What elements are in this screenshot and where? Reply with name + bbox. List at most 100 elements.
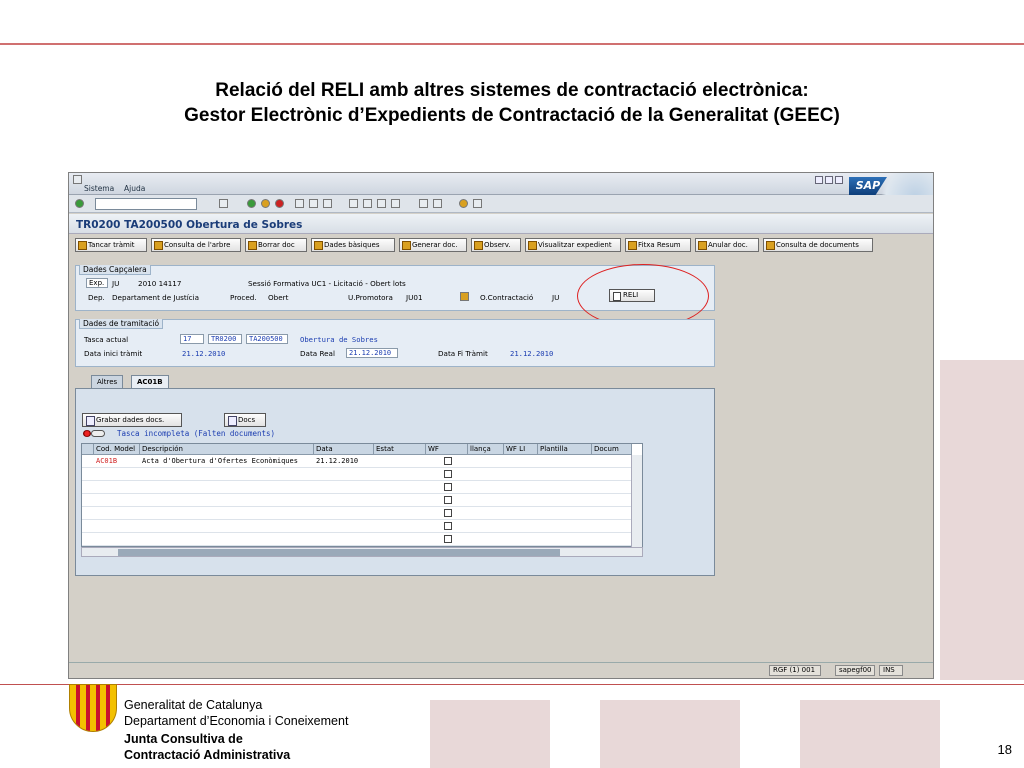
system-toolbar (69, 195, 933, 213)
real-label: Data Real (300, 349, 335, 358)
shortcut-icon[interactable] (433, 199, 442, 208)
maximize-button[interactable] (825, 176, 833, 184)
tasca-code-1: TR0200 (208, 334, 242, 344)
grabar-dades-button[interactable]: Grabar dades docs. (82, 413, 182, 427)
table-row[interactable] (82, 494, 642, 507)
visualitzar-expedient-button[interactable]: Visualitzar expedient (525, 238, 621, 252)
column-header-docum[interactable]: Docum (592, 444, 632, 455)
menu-icon[interactable] (73, 175, 82, 184)
menu-bar: Sistema Ajuda SAP (69, 173, 933, 213)
dep-value: Departament de Justícia (112, 293, 200, 302)
wf-checkbox[interactable] (444, 509, 452, 517)
tancar-tramit-button[interactable]: Tancar tràmit (75, 238, 147, 252)
back-icon[interactable] (247, 199, 256, 208)
close-button[interactable] (835, 176, 843, 184)
screen-title-bar: TR0200 TA200500 Obertura de Sobres (69, 214, 933, 234)
contract-icon[interactable] (460, 292, 469, 301)
anular-doc-button[interactable]: Anular doc. (695, 238, 759, 252)
vertical-scrollbar[interactable] (631, 455, 642, 547)
title-line-1: Relació del RELI amb altres sistemes de … (215, 80, 809, 101)
column-header-estat[interactable]: Estat (374, 444, 426, 455)
table-row[interactable] (82, 468, 642, 481)
fi-value: 21.12.2010 (510, 349, 554, 358)
wf-checkbox[interactable] (444, 470, 452, 478)
dades-basiques-button[interactable]: Dades bàsiques (311, 238, 395, 252)
group-title: Dades Capçalera (79, 265, 151, 275)
watermark-bar (600, 700, 740, 768)
column-header-data[interactable]: Data (314, 444, 374, 455)
tab-altres[interactable]: Altres (91, 375, 124, 389)
consulta-documents-button[interactable]: Consulta de documents (763, 238, 873, 252)
watermark-bar (800, 700, 940, 768)
exp-value-1: JU (112, 279, 120, 288)
footer-unit-1: Junta Consultiva de (124, 732, 243, 746)
wf-checkbox[interactable] (444, 535, 452, 543)
horizontal-scrollbar[interactable] (81, 547, 643, 557)
inici-value: 21.12.2010 (182, 349, 226, 358)
minimize-button[interactable] (815, 176, 823, 184)
table-row[interactable] (82, 507, 642, 520)
row-selector-header (82, 444, 94, 455)
menu-item-ajuda[interactable]: Ajuda (124, 184, 145, 193)
new-session-icon[interactable] (419, 199, 428, 208)
proced-value: Obert (268, 293, 289, 302)
first-page-icon[interactable] (349, 199, 358, 208)
footer-unit-2: Contractació Administrativa (124, 748, 291, 762)
wf-checkbox[interactable] (444, 496, 452, 504)
find-next-icon[interactable] (323, 199, 332, 208)
watermark-bar (430, 700, 550, 768)
consulta-arbre-button[interactable]: Consulta de l'arbre (151, 238, 241, 252)
column-header-llanca[interactable]: llança (468, 444, 504, 455)
cell-descripcion: Acta d'Obertura d'Ofertes Econòmiques (142, 457, 298, 465)
docs-button[interactable]: Docs (224, 413, 266, 427)
page-number: 18 (997, 742, 1012, 757)
table-row[interactable] (82, 520, 642, 533)
tab-ac01b[interactable]: AC01B (131, 375, 169, 389)
wf-checkbox[interactable] (444, 483, 452, 491)
find-icon[interactable] (309, 199, 318, 208)
enter-icon[interactable] (75, 199, 84, 208)
borrar-doc-button[interactable]: Borrar doc (245, 238, 307, 252)
column-header-wf[interactable]: WF (426, 444, 468, 455)
title-line-2: Gestor Electrònic d’Expedients de Contra… (184, 105, 840, 126)
dades-tramitacio-group: Dades de tramitació Tasca actual 17 TR02… (75, 319, 715, 367)
cancel-icon[interactable] (275, 199, 284, 208)
real-value[interactable]: 21.12.2010 (346, 348, 398, 358)
wf-checkbox[interactable] (444, 522, 452, 530)
next-page-icon[interactable] (377, 199, 386, 208)
cell-cod-model: AC01B (96, 457, 118, 465)
generar-doc-button[interactable]: Generar doc. (399, 238, 467, 252)
table-row[interactable] (82, 481, 642, 494)
exit-icon[interactable] (261, 199, 270, 208)
slide-title: Relació del RELI amb altres sistemes de … (0, 78, 1024, 128)
column-header-cod-model[interactable]: Cod. Model (94, 444, 140, 455)
column-header-descripcion[interactable]: Descripción (140, 444, 314, 455)
status-bar: RGF (1) 001 sapegf00 INS (69, 662, 933, 678)
tasca-label: Tasca actual (84, 335, 129, 344)
input-mode: INS (879, 665, 903, 676)
wf-checkbox[interactable] (444, 457, 452, 465)
tasca-code-2: TA200500 (246, 334, 288, 344)
scroll-thumb[interactable] (118, 549, 560, 556)
table-row[interactable]: AC01B Acta d'Obertura d'Ofertes Econòmiq… (82, 455, 642, 468)
last-page-icon[interactable] (391, 199, 400, 208)
footer-dept: Departament d’Economia i Coneixement (124, 714, 349, 728)
column-header-plantilla[interactable]: Plantilla (538, 444, 592, 455)
system-info: RGF (1) 001 (769, 665, 821, 676)
fitxa-resum-button[interactable]: Fitxa Resum (625, 238, 691, 252)
layout-icon[interactable] (473, 199, 482, 208)
prev-page-icon[interactable] (363, 199, 372, 208)
table-row[interactable] (82, 533, 642, 546)
documents-table: Cod. Model Descripción Data Estat WF lla… (81, 443, 643, 547)
help-icon[interactable] (459, 199, 468, 208)
top-rule (0, 43, 1024, 45)
print-icon[interactable] (295, 199, 304, 208)
tasca-num: 17 (180, 334, 204, 344)
observ-button[interactable]: Observ. (471, 238, 521, 252)
menu-item-sistema[interactable]: Sistema (84, 184, 114, 193)
dep-label: Dep. (88, 293, 105, 302)
status-light-icon (83, 430, 91, 437)
command-field[interactable] (95, 198, 197, 210)
column-header-wf-li[interactable]: WF LI (504, 444, 538, 455)
save-icon[interactable] (219, 199, 228, 208)
